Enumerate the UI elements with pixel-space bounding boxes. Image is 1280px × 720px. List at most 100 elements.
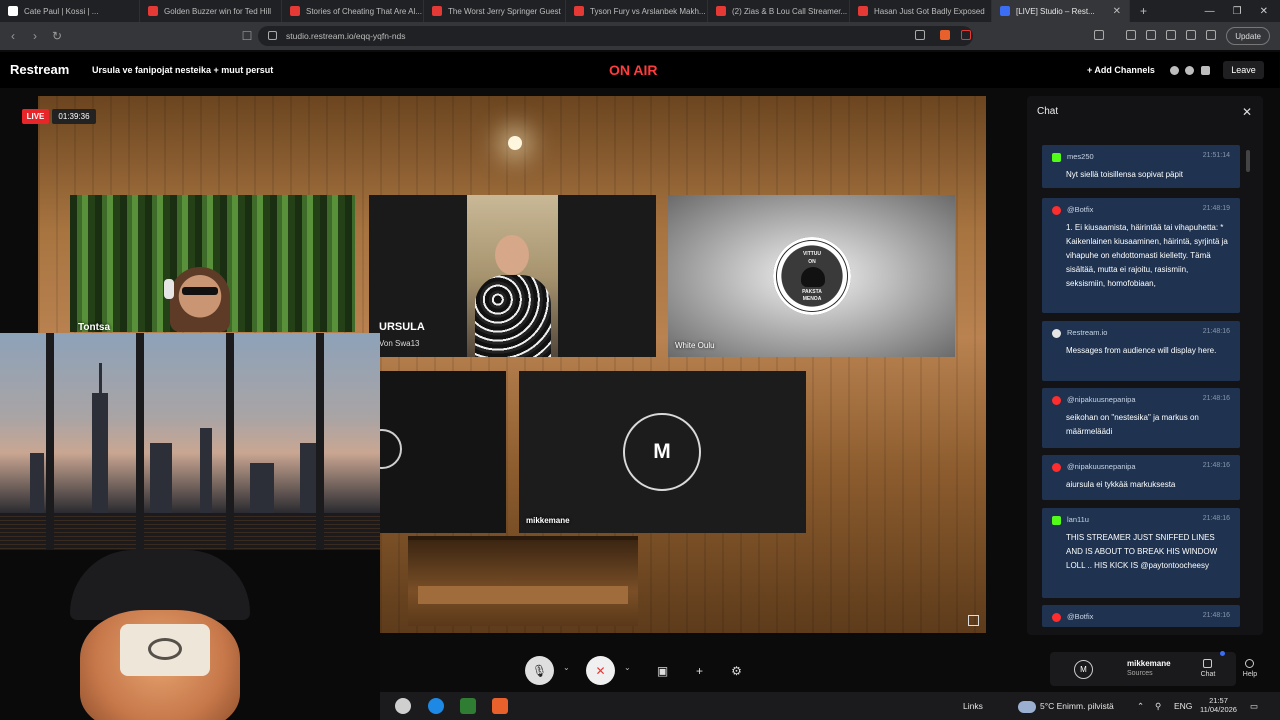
participant-tile-white-oulu[interactable]: VITTUU ON PAKSTA MENOA [668,195,955,357]
brave-shield-icon[interactable] [940,30,950,40]
camera-off-button[interactable]: ✕ [586,656,615,685]
notification-dot [1220,651,1225,656]
brave-icon[interactable] [492,698,508,714]
youtube-favicon-icon [432,6,442,16]
participant-name: URSULA [379,321,425,333]
chat-message[interactable]: Restream.io 21:48:16 Messages from audie… [1042,321,1240,381]
chat-scrollbar[interactable] [1246,150,1250,172]
vpn-icon[interactable] [1206,30,1216,40]
browser-tab[interactable]: Tyson Fury vs Arslanbek Makh... [566,0,708,22]
participant-name: mikkemane [526,516,570,525]
minimize-icon[interactable]: — [1205,6,1215,17]
update-button[interactable]: Update [1226,27,1270,45]
browser-tab[interactable]: (2) Zias & B Lou Call Streamer... [708,0,850,22]
browser-tab-strip: Cate Paul | Kossi | ... Golden Buzzer wi… [0,0,1280,22]
source-avatar: M [1074,660,1093,679]
wallet-icon[interactable] [1166,30,1176,40]
participant-tile[interactable] [380,371,506,533]
chat-time: 21:48:19 [1202,205,1230,212]
tray-chevron-up-icon[interactable]: ⌃ [1137,701,1144,712]
sidebar-icon[interactable] [1146,30,1156,40]
cat-icon [801,267,825,287]
language-indicator[interactable]: ENG [1174,701,1192,711]
participant-head [495,235,529,275]
url-input[interactable]: studio.restream.io/eqq-yqfn-nds [258,26,973,46]
maximize-icon[interactable]: ❐ [1233,6,1242,17]
close-tab-icon[interactable]: ✕ [1113,6,1121,17]
close-window-icon[interactable]: ✕ [1260,6,1268,17]
app-icon[interactable] [460,698,476,714]
browser-tab[interactable]: Cate Paul | Kossi | ... [0,0,140,22]
restream-logo[interactable]: Restream [10,62,69,77]
extensions-icon[interactable] [1186,30,1196,40]
forward-icon[interactable]: › [24,29,46,43]
sauna-stove [408,536,638,626]
x-favicon-icon [8,6,18,16]
chat-message[interactable]: @nipakuusnepanipa 21:48:16 seikohan on "… [1042,388,1240,448]
add-icon[interactable]: + [685,656,714,685]
avatar-circle [380,429,402,469]
close-icon[interactable]: ✕ [1242,105,1252,119]
browser-tab-active[interactable]: [LIVE] Studio – Rest... ✕ [992,0,1130,22]
participant-tile-tontsa[interactable] [70,195,355,332]
search-app-icon[interactable] [395,698,411,714]
site-info-icon[interactable] [268,31,277,40]
participant-subtitle: Von Swa13 [379,339,420,348]
camera-options-chevron-down-icon[interactable]: ⌄ [624,663,631,672]
youtube-favicon-icon [716,6,726,16]
chat-username: @Botfix [1067,205,1094,214]
browser-tab[interactable]: Golden Buzzer win for Ted Hill [140,0,282,22]
chat-message[interactable]: mes250 21:51:14 Nyt siellä toisillensa s… [1042,145,1240,188]
chat-message[interactable]: @Botfix 21:48:19 1. Ei kiusaamista, häir… [1042,198,1240,313]
chat-text: THIS STREAMER JUST SNIFFED LINES AND IS … [1066,533,1218,570]
network-icon[interactable]: ⚲ [1155,701,1161,712]
source-label: Sources [1127,670,1153,677]
notifications-icon[interactable]: ▭ [1250,701,1258,712]
city-window-background [0,333,380,573]
back-icon[interactable]: ‹ [2,29,24,43]
links-toolbar[interactable]: Links [963,701,983,711]
avatar-initial: M [623,413,701,491]
browser-tab[interactable]: Stories of Cheating That Are Al... [282,0,424,22]
on-air-status: ON AIR [609,62,658,78]
microphone-button[interactable]: 🎙 [525,656,554,685]
browser-tab[interactable]: The Worst Jerry Springer Guest [424,0,566,22]
browser-tab[interactable]: Hasan Just Got Badly Exposed [850,0,992,22]
clock-time: 21:57 [1209,696,1228,705]
youtube-favicon-icon [574,6,584,16]
new-tab-icon[interactable]: + [1130,4,1157,18]
tab-label: Stories of Cheating That Are Al... [306,6,422,16]
chat-message[interactable]: lan11u 21:48:16 THIS STREAMER JUST SNIFF… [1042,508,1240,598]
chat-message[interactable]: @Botfix 21:48:16 [1042,605,1240,627]
live-timer: 01:39:36 [52,109,96,124]
chat-message[interactable]: @nipakuusnepanipa 21:48:16 aiursula ei t… [1042,455,1240,500]
reader-icon[interactable] [1094,30,1104,40]
weather-widget[interactable]: 5°C Enimm. pilvistä [1040,701,1114,711]
chat-time: 21:48:16 [1202,328,1230,335]
edge-icon[interactable] [428,698,444,714]
system-clock[interactable]: 21:57 11/04/2026 [1200,696,1237,714]
participant-tile-mikkemane[interactable]: M [519,371,806,533]
reload-icon[interactable]: ↻ [46,29,68,43]
twitch-channel-icon [1201,66,1210,75]
help-button[interactable]: Help [1235,671,1265,678]
fullscreen-icon[interactable] [968,615,979,626]
rewards-icon[interactable] [961,30,971,40]
youtube-icon [1052,206,1061,215]
settings-gear-icon[interactable]: ⚙ [722,656,751,685]
share-icon[interactable] [915,30,925,40]
leave-button[interactable]: Leave [1223,61,1264,79]
mic-options-chevron-down-icon[interactable]: ⌄ [563,663,570,672]
stream-title[interactable]: Ursula ve fanipojat nesteika + muut pers… [92,65,273,75]
bookmark-icon[interactable]: ☐ [236,29,258,43]
url-text: studio.restream.io/eqq-yqfn-nds [286,31,406,41]
sauna-bench [418,586,628,604]
chat-text: seikohan on "nestesika" ja markus on mää… [1066,413,1199,436]
chat-toggle-label[interactable]: Chat [1193,671,1223,678]
share-screen-icon[interactable]: ▣ [648,656,677,685]
media-icon[interactable] [1126,30,1136,40]
help-icon[interactable] [1245,659,1254,668]
chat-time: 21:48:16 [1202,515,1230,522]
add-channels-button[interactable]: + Add Channels [1083,62,1159,78]
chat-icon[interactable] [1203,659,1212,668]
